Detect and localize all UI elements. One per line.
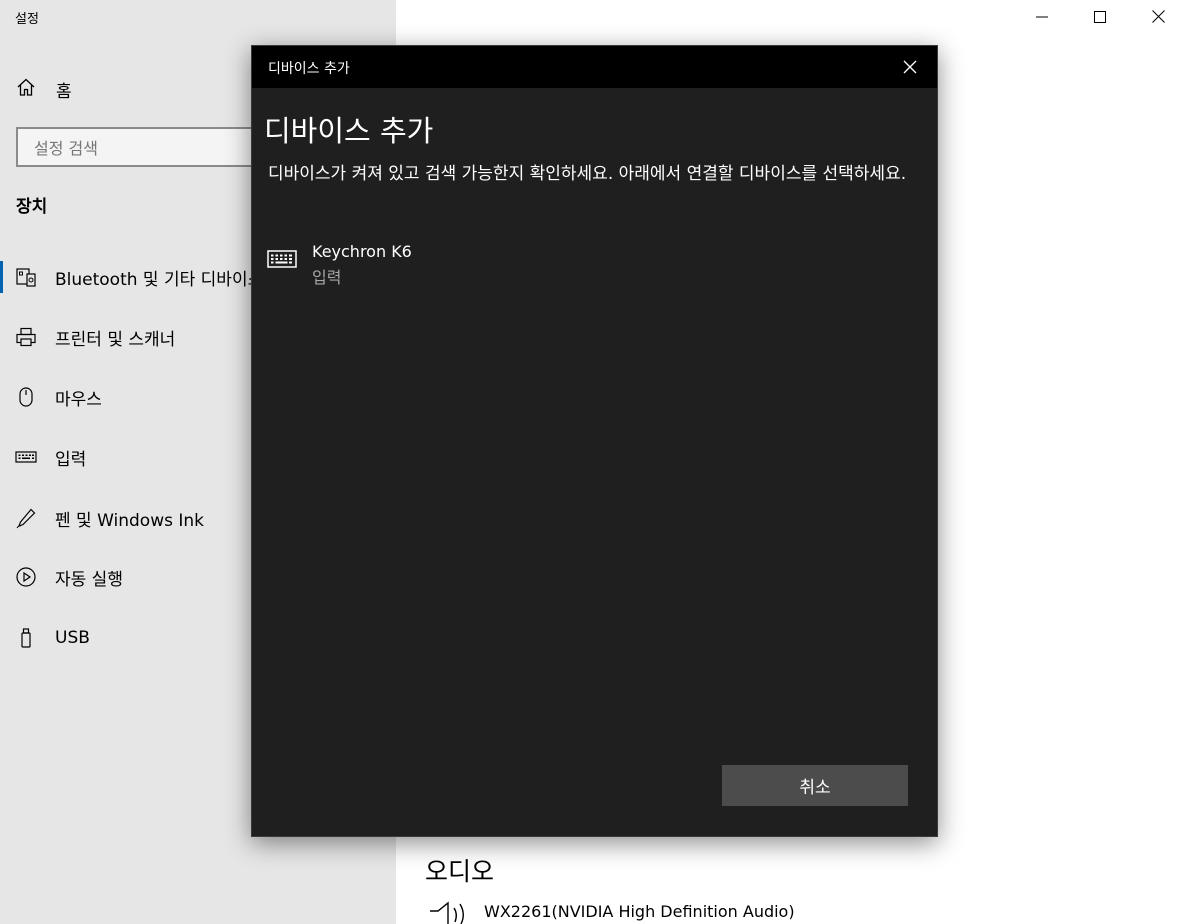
mouse-icon [15, 386, 37, 408]
sidebar-item-label: 자동 실행 [55, 569, 123, 590]
cancel-button[interactable]: 취소 [722, 765, 908, 806]
minimize-icon [1036, 8, 1048, 27]
home-icon [16, 77, 36, 101]
device-name: Keychron K6 [312, 242, 412, 261]
section-title: 장치 [16, 197, 48, 217]
dialog-heading: 디바이스 추가 [264, 114, 434, 148]
close-button[interactable] [1129, 0, 1187, 34]
printer-icon [15, 326, 37, 348]
sidebar-item-label: Bluetooth 및 기타 디바이스 [55, 269, 264, 290]
audio-device-item[interactable]: WX2261(NVIDIA High Definition Audio) [428, 898, 795, 924]
window-controls [1013, 0, 1187, 34]
sidebar-item-label: 입력 [55, 449, 87, 470]
bluetooth-devices-icon [15, 266, 37, 288]
sidebar-item-label: 마우스 [55, 389, 102, 410]
home-label: 홈 [56, 81, 72, 102]
usb-icon [15, 627, 37, 649]
speaker-icon [428, 898, 472, 924]
audio-section-title: 오디오 [425, 857, 495, 886]
keyboard-icon [15, 446, 37, 468]
search-placeholder: 설정 검색 [34, 139, 98, 158]
device-type: 입력 [312, 268, 342, 287]
selection-indicator [0, 261, 3, 293]
device-list-item[interactable]: Keychron K6 입력 [264, 240, 914, 290]
dialog-titlebar-text: 디바이스 추가 [268, 61, 350, 77]
dialog-description: 디바이스가 켜져 있고 검색 가능한지 확인하세요. 아래에서 연결할 디바이스… [268, 164, 907, 184]
pen-icon [15, 507, 37, 529]
dialog-close-button[interactable] [901, 58, 919, 76]
app-title: 설정 [15, 12, 39, 27]
close-icon [903, 60, 917, 74]
sidebar-item-label: 프린터 및 스캐너 [55, 329, 176, 350]
maximize-button[interactable] [1071, 0, 1129, 34]
minimize-button[interactable] [1013, 0, 1071, 34]
keyboard-icon [267, 248, 297, 274]
autoplay-icon [15, 566, 37, 588]
dialog-titlebar: 디바이스 추가 [252, 46, 937, 88]
audio-device-name: WX2261(NVIDIA High Definition Audio) [484, 902, 795, 921]
sidebar-item-label: USB [55, 628, 90, 648]
home-nav[interactable]: 홈 [16, 76, 72, 102]
close-icon [1151, 8, 1165, 27]
maximize-icon [1094, 8, 1106, 27]
add-device-dialog: 디바이스 추가 디바이스 추가 디바이스가 켜져 있고 검색 가능한지 확인하세… [251, 45, 938, 837]
sidebar-item-label: 펜 및 Windows Ink [55, 510, 205, 531]
